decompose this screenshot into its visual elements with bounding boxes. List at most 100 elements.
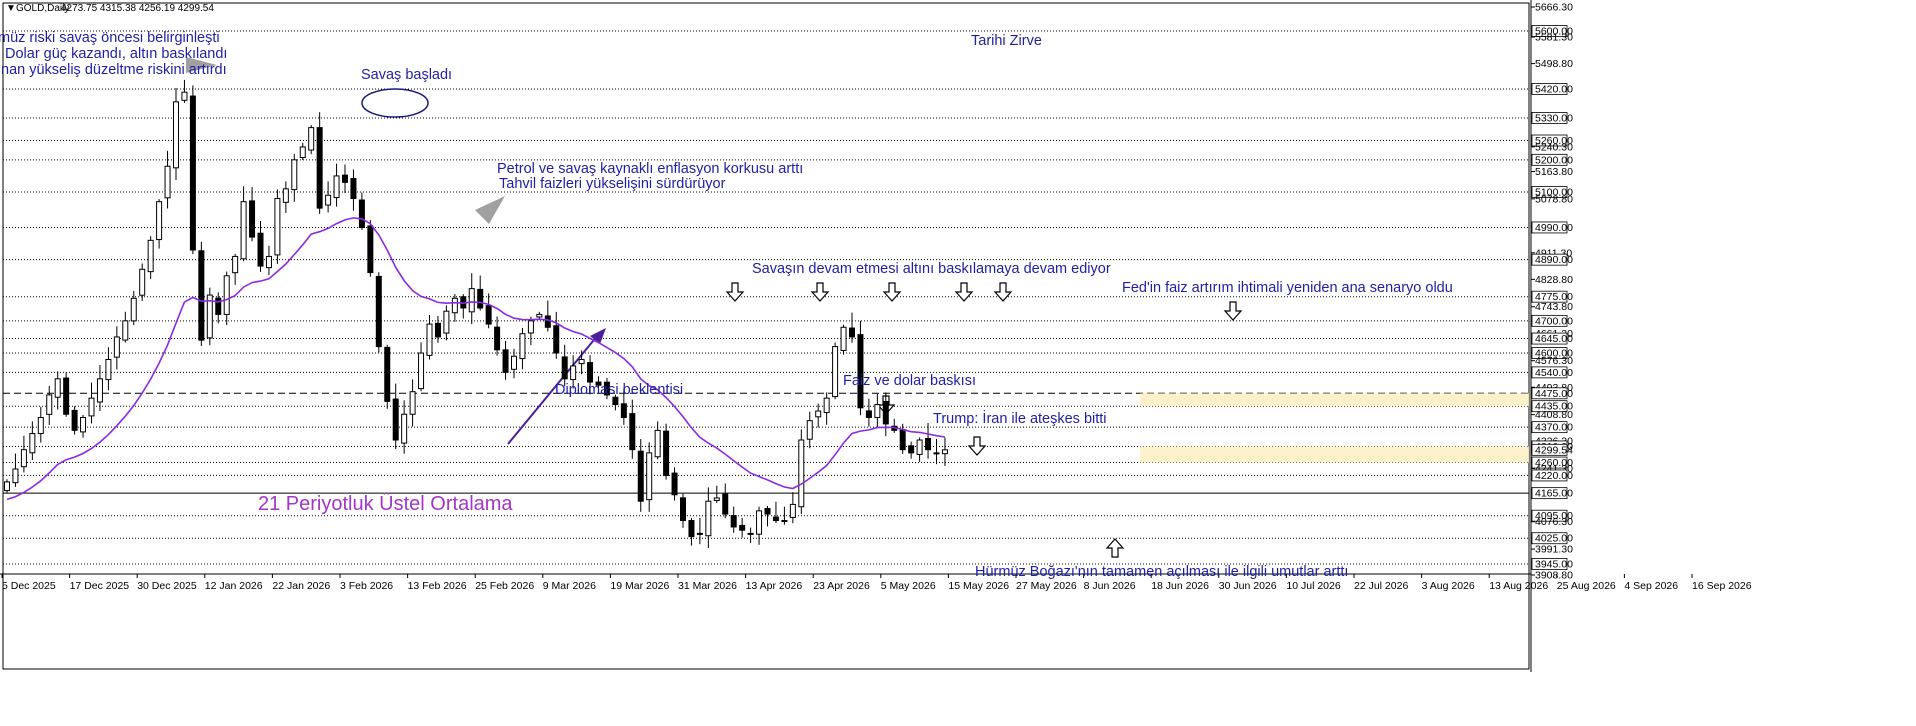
candle-down xyxy=(722,493,729,515)
candle-up xyxy=(874,404,881,418)
candle-up xyxy=(54,378,61,398)
candle-down xyxy=(367,225,374,274)
candle-up xyxy=(139,268,146,296)
price-tick-label: 5330.00 xyxy=(1535,112,1573,124)
candle-up xyxy=(96,378,103,403)
candle-up xyxy=(418,352,425,390)
candle-down xyxy=(375,275,382,348)
candle-down xyxy=(637,450,644,502)
candle-up xyxy=(519,333,526,360)
time-tick-label: 15 May 2026 xyxy=(948,580,1009,592)
time-tick-label: 22 Jul 2026 xyxy=(1354,580,1408,592)
price-tick-label: 5240.30 xyxy=(1535,141,1573,153)
time-tick-label: 3 Aug 2026 xyxy=(1422,580,1475,592)
candle-up xyxy=(443,310,450,334)
time-tick-label: 25 Aug 2026 xyxy=(1557,580,1616,592)
annotation-war-pressure: Savaşın devam etmesi altını baskılamaya … xyxy=(752,261,1111,277)
price-tick-label: 5078.80 xyxy=(1535,193,1573,205)
candle-up xyxy=(578,358,585,365)
price-tick-label: 4299.54 xyxy=(1535,444,1573,456)
time-tick-label: 23 Apr 2026 xyxy=(813,580,870,592)
candle-up xyxy=(265,255,272,269)
zone-rect xyxy=(1140,446,1529,463)
price-tick-label: 4743.80 xyxy=(1535,301,1573,313)
annotation-hormuz: Hürmüz Boğazı'nın tamamen açılması ile i… xyxy=(975,564,1348,580)
candle-up xyxy=(4,481,10,492)
candle-down xyxy=(553,325,560,354)
candle-up xyxy=(274,197,281,256)
candle-up xyxy=(646,452,653,501)
candle-up xyxy=(88,397,95,417)
candle-up xyxy=(232,255,239,274)
candle-down xyxy=(384,346,391,402)
price-axis: 5666.305600.005581.305498.805420.005330.… xyxy=(1530,0,1573,672)
time-tick-label: 3 Feb 2026 xyxy=(340,580,393,592)
time-tick-label: 9 Mar 2026 xyxy=(543,580,596,592)
time-tick-label: 5 May 2026 xyxy=(881,580,936,592)
candle-up xyxy=(747,532,754,535)
candle-down xyxy=(502,349,509,373)
annotation-diplomacy: Diplomasi beklentisi xyxy=(555,382,683,398)
time-tick-label: 12 Jan 2026 xyxy=(205,580,263,592)
candle-up xyxy=(291,159,298,191)
candle-up xyxy=(80,416,87,433)
time-tick-label: 31 Mar 2026 xyxy=(678,580,737,592)
candle-up xyxy=(12,468,19,484)
time-tick-label: 27 May 2026 xyxy=(1016,580,1077,592)
price-tick-label: 4076.30 xyxy=(1535,516,1573,528)
candle-down xyxy=(198,250,205,341)
price-tick-label: 4540.00 xyxy=(1535,367,1573,379)
candle-up xyxy=(113,336,120,358)
candle-down xyxy=(358,199,365,228)
annotation-all-time-high: Tarihi Zirve xyxy=(971,33,1042,49)
candle-up xyxy=(333,175,340,199)
candle-down xyxy=(899,429,906,451)
candle-down xyxy=(561,356,568,380)
candle-up xyxy=(29,433,36,454)
time-tick-label: 13 Aug 2026 xyxy=(1489,580,1548,592)
candle-up xyxy=(806,420,813,440)
annotation-inflation-2: Tahvil faizleri yükselişini sürdürüyor xyxy=(499,176,726,192)
candle-up xyxy=(781,520,788,523)
price-tick-label: 5666.30 xyxy=(1535,2,1573,14)
candle-down xyxy=(257,232,264,267)
annotation-pre-war-3: nan yükseliş düzeltme riskini artırdı xyxy=(1,62,227,78)
candle-up xyxy=(401,413,408,444)
candle-down xyxy=(189,95,196,251)
candle-up xyxy=(798,439,805,508)
candle-down xyxy=(494,326,501,351)
candle-up xyxy=(840,326,847,351)
candle-up xyxy=(282,188,289,203)
candle-up xyxy=(756,510,763,535)
time-tick-label: 16 Sep 2026 xyxy=(1692,580,1752,592)
annotation-inflation-1: Petrol ve savaş kaynaklı enflasyon korku… xyxy=(497,161,803,177)
candle-down xyxy=(882,400,889,425)
gold-daily-chart[interactable]: 5666.305600.005581.305498.805420.005330.… xyxy=(0,0,1916,726)
annotation-pre-war-1: müz riski savaş öncesi belirginleşti xyxy=(0,30,220,46)
candle-up xyxy=(426,323,433,356)
candle-down xyxy=(663,430,670,476)
candle-down xyxy=(63,377,70,415)
candle-down xyxy=(587,362,594,383)
candle-up xyxy=(223,275,230,315)
time-tick-label: 30 Dec 2025 xyxy=(137,580,197,592)
candle-up xyxy=(468,288,475,313)
annotation-war-started: Savaş başladı xyxy=(361,67,452,83)
candle-up xyxy=(815,410,822,418)
candle-up xyxy=(933,452,940,455)
candle-up xyxy=(156,201,163,241)
candle-down xyxy=(739,524,746,531)
price-tick-label: 5200.00 xyxy=(1535,154,1573,166)
candle-up xyxy=(527,320,534,334)
price-tick-label: 4990.00 xyxy=(1535,222,1573,234)
candle-up xyxy=(37,416,44,435)
candle-down xyxy=(71,409,78,431)
price-tick-label: 5498.80 xyxy=(1535,58,1573,70)
price-tick-label: 4408.80 xyxy=(1535,409,1573,421)
candle-up xyxy=(511,355,517,370)
candle-down xyxy=(342,174,348,183)
candle-down xyxy=(688,520,695,538)
candle-up xyxy=(147,239,154,273)
price-tick-label: 5581.30 xyxy=(1535,32,1573,44)
candle-up xyxy=(299,146,306,159)
